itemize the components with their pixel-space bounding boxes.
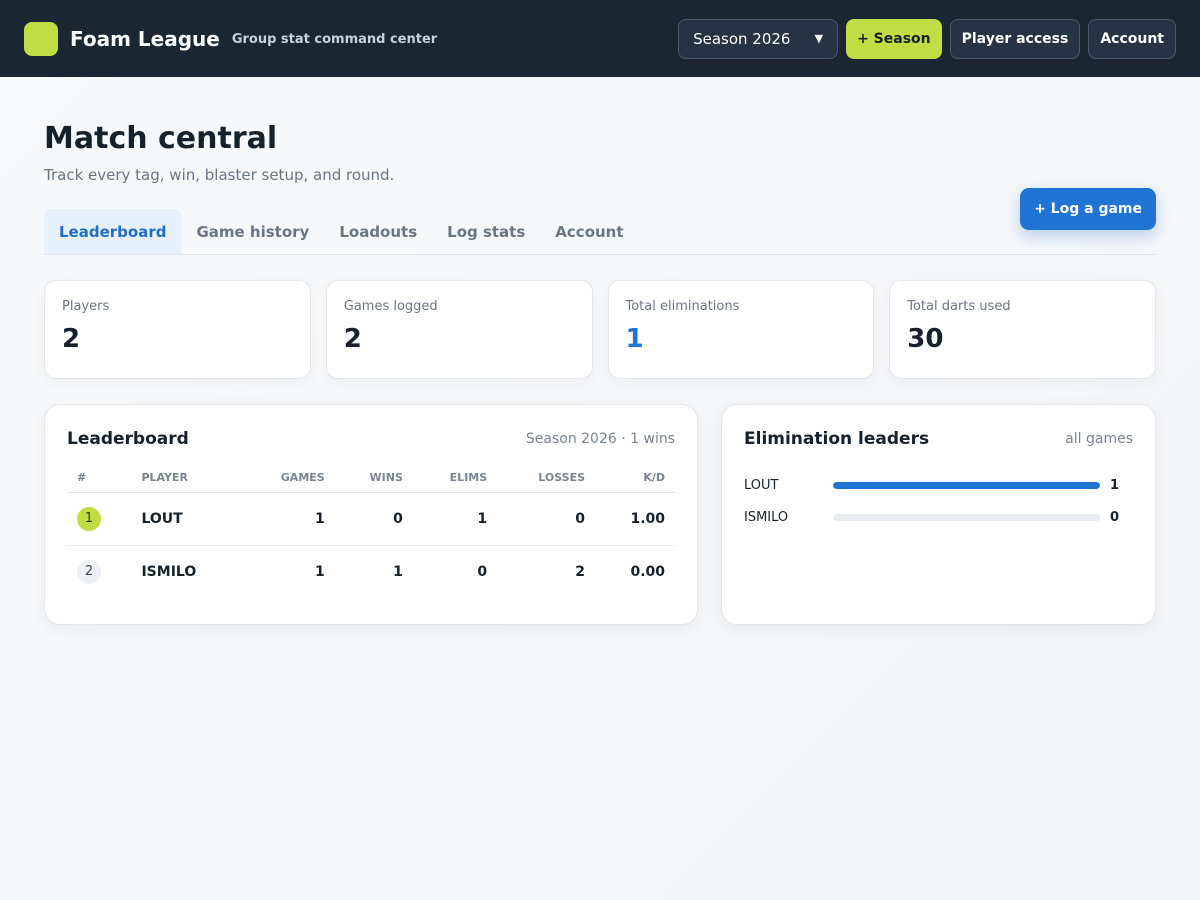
top-bar: Foam League Group stat command center Se… [0,0,1200,77]
col-player: PLAYER [131,464,242,493]
leaderboard-panel: Leaderboard Season 2026 · 1 wins # PLAYE… [44,404,698,625]
col-kd: K/D [595,464,675,493]
losses-cell: 2 [575,563,586,580]
bar-value: 0 [1110,509,1120,525]
table-header-row: # PLAYER GAMES WINS ELIMS LOSSES K/D [67,464,675,493]
tab-loadouts[interactable]: Loadouts [324,209,432,254]
tab-game-history[interactable]: Game history [181,209,324,254]
kd-cell: 0.00 [630,563,665,580]
rank-cell: 1 [67,492,132,546]
account-button[interactable]: Account [1088,18,1176,59]
elim-leaders-header: Elimination leaders all games [744,429,1133,449]
stat-label: Total eliminations [625,299,740,314]
col-wins: WINS [334,464,413,493]
brand: Foam League Group stat command center [24,21,438,56]
tab-leaderboard[interactable]: Leaderboard [44,209,182,254]
tab-bar: Leaderboard Game history Loadouts Log st… [44,209,1156,255]
stat-label: Games logged [343,299,438,314]
main-content: Match central Track every tag, win, blas… [0,121,1200,625]
add-season-button[interactable]: + Season [846,18,942,59]
rank-cell: 2 [67,545,131,598]
rank-badge: 2 [77,559,101,584]
panels: Leaderboard Season 2026 · 1 wins # PLAYE… [44,404,1156,625]
elim-leaders-title: Elimination leaders [744,429,930,449]
bar-track [833,481,1100,489]
elim-bars: LOUT 1 ISMILO 0 [744,469,1133,533]
elims-cell: 1 [412,492,498,546]
stat-label: Players [62,299,110,314]
col-elims: ELIMS [412,464,498,493]
brand-tagline: Group stat command center [231,32,438,47]
bar-track [833,513,1100,521]
leaderboard-table: # PLAYER GAMES WINS ELIMS LOSSES K/D 1 L… [67,464,675,598]
page-title: Match central [44,121,278,156]
leaderboard-title: Leaderboard [67,429,189,449]
stat-value: 1 [625,324,644,354]
wins-cell: 0 [334,492,413,546]
table-row[interactable]: 1 LOUT 1 0 1 0 1.00 [67,492,675,546]
top-actions: Season 2026 ▼ + Season Player access Acc… [678,18,1176,59]
bar-value: 1 [1110,477,1120,493]
table-row[interactable]: 2 ISMILO 1 1 0 2 0.00 [67,545,675,598]
player-cell: ISMILO [141,563,197,580]
stat-card-total-darts: Total darts used 30 [889,280,1156,379]
bar-player-name: ISMILO [744,509,789,525]
bar-player-name: LOUT [744,477,779,493]
player-cell: LOUT [131,492,242,546]
list-item: LOUT 1 [744,469,1133,501]
season-select[interactable]: Season 2026 ▼ [678,18,839,59]
stat-cards: Players 2 Games logged 2 Total eliminati… [44,280,1156,379]
stat-label: Total darts used [907,299,1011,314]
page-subtitle: Track every tag, win, blaster setup, and… [44,166,395,184]
tab-log-stats[interactable]: Log stats [432,209,540,254]
col-games: GAMES [241,464,335,493]
stat-value: 30 [907,324,944,354]
log-game-button[interactable]: + Log a game [1020,188,1156,230]
col-losses: LOSSES [497,464,596,493]
list-item: ISMILO 0 [744,501,1133,533]
wins-cell: 1 [393,563,403,580]
chevron-down-icon: ▼ [814,32,824,45]
elimination-leaders-panel: Elimination leaders all games LOUT 1 ISM… [721,404,1156,625]
tab-account[interactable]: Account [540,209,638,254]
stat-card-total-eliminations: Total eliminations 1 [607,280,875,379]
games-cell: 1 [241,492,335,546]
player-access-button[interactable]: Player access [949,18,1081,59]
season-select-value: Season 2026 [693,29,791,48]
leaderboard-header: Leaderboard Season 2026 · 1 wins [67,429,675,449]
bar-fill [833,481,1100,489]
losses-cell: 0 [497,492,596,546]
stat-card-games-logged: Games logged 2 [325,280,593,379]
rank-badge: 1 [77,506,101,531]
games-cell: 1 [314,563,325,580]
logo-icon [24,21,58,56]
col-rank: # [67,464,132,493]
stat-value: 2 [343,324,362,354]
stat-card-players: Players 2 [44,280,311,379]
elim-leaders-meta: all games [1065,431,1133,447]
kd-cell: 1.00 [595,492,675,546]
leaderboard-meta: Season 2026 · 1 wins [525,431,675,447]
stat-value: 2 [62,324,81,354]
elims-cell: 0 [477,563,488,580]
brand-name: Foam League [70,26,220,51]
